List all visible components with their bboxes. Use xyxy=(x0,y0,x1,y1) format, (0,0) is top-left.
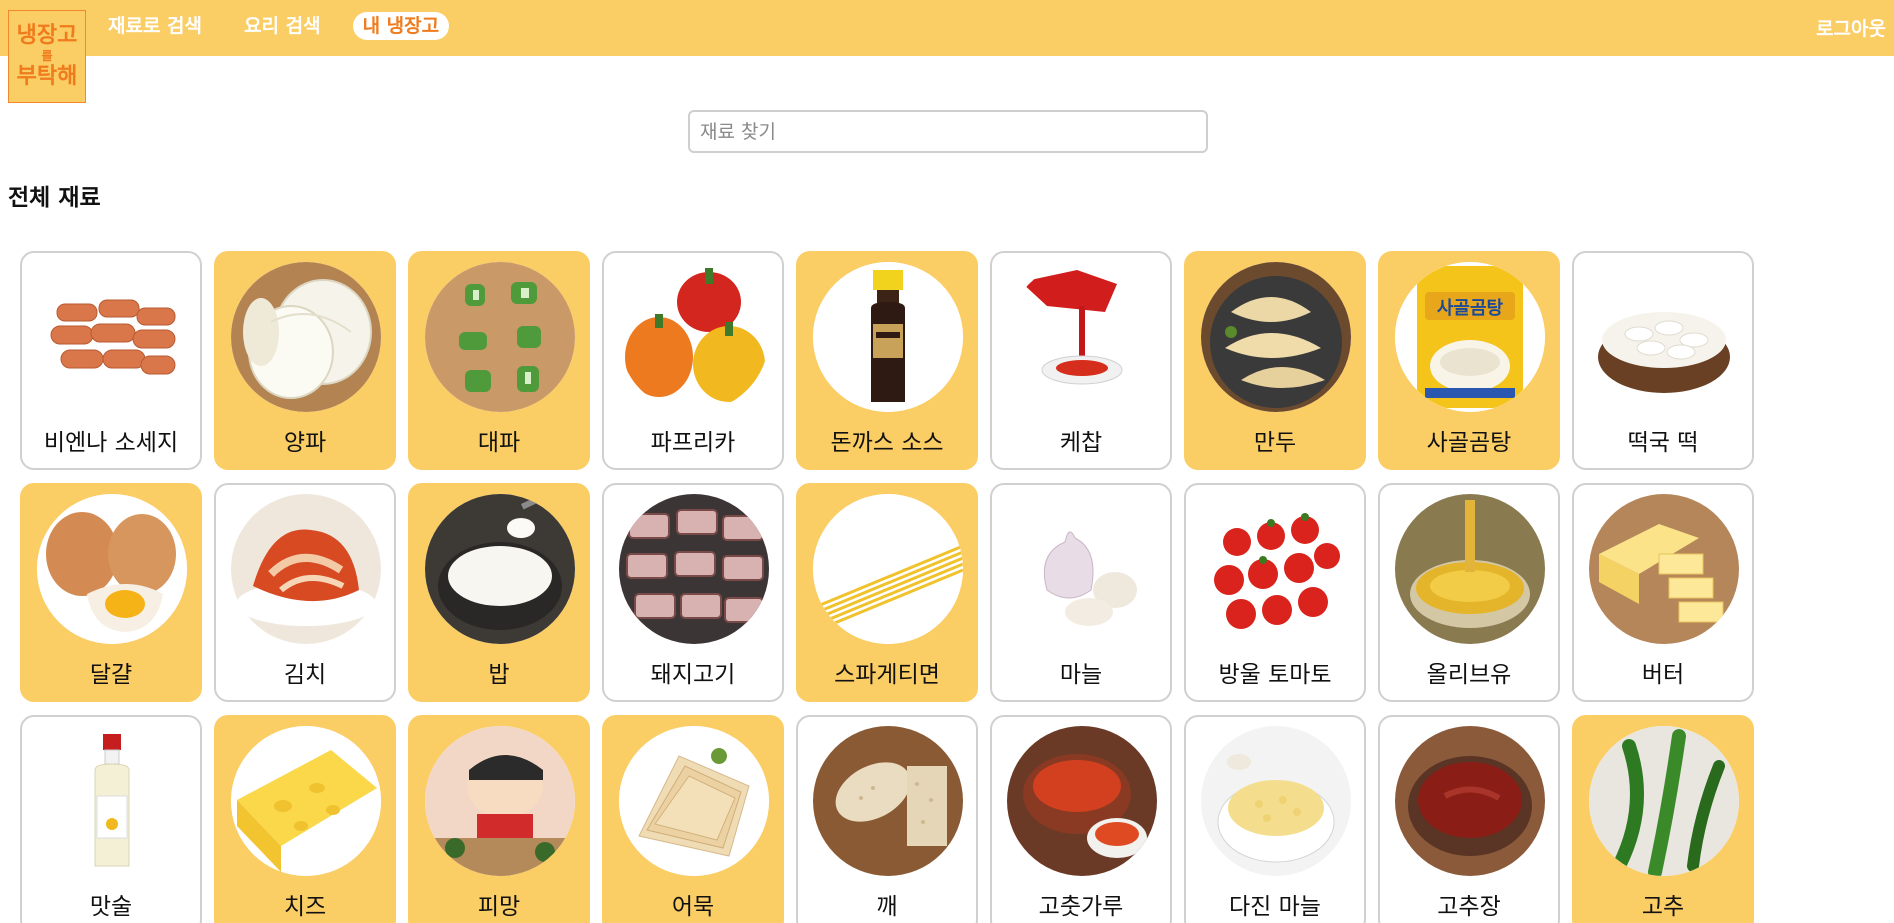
paprika-icon xyxy=(619,262,769,412)
ingredient-name: 밥 xyxy=(488,662,510,688)
ingredient-card[interactable]: 사골곰탕 사골곰탕 xyxy=(1378,251,1560,470)
sesame-icon xyxy=(813,726,963,876)
cartoon-icon xyxy=(425,726,575,876)
ingredient-name: 피망 xyxy=(477,894,521,920)
rice-icon xyxy=(425,494,575,644)
ingredient-name: 사골곰탕 xyxy=(1426,430,1512,456)
ingredient-name: 돼지고기 xyxy=(650,662,736,688)
ingredient-card[interactable]: 돼지고기 xyxy=(602,483,784,702)
ingredient-card[interactable]: 치즈 xyxy=(214,715,396,923)
ingredient-name: 치즈 xyxy=(283,894,327,920)
cheese-icon xyxy=(231,726,381,876)
ingredient-name: 돈까스 소스 xyxy=(830,430,944,456)
nav-search-by-ingredient[interactable]: 재료로 검색 xyxy=(108,12,212,40)
logout-button[interactable]: 로그아웃 xyxy=(1816,14,1886,41)
section-title: 전체 재료 xyxy=(8,185,101,211)
garlic-icon xyxy=(1007,494,1157,644)
ingredient-search-input[interactable] xyxy=(688,110,1208,153)
ingredient-name: 고추장 xyxy=(1437,894,1501,920)
ingredient-name: 올리브유 xyxy=(1426,662,1512,688)
ingredient-card[interactable]: 김치 xyxy=(214,483,396,702)
dumpling-icon xyxy=(1201,262,1351,412)
olive-oil-icon xyxy=(1395,494,1545,644)
ketchup-icon xyxy=(1007,262,1157,412)
search-bar xyxy=(688,110,1208,153)
chili-pepper-icon xyxy=(1589,726,1739,876)
butter-icon xyxy=(1589,494,1739,644)
ingredient-card[interactable]: 돈까스 소스 xyxy=(796,251,978,470)
sauce-bottle-icon xyxy=(813,262,963,412)
rice-cake-icon xyxy=(1589,262,1739,412)
ingredient-name: 김치 xyxy=(283,662,327,688)
svg-text:사골곰탕: 사골곰탕 xyxy=(1437,298,1504,319)
ingredient-card[interactable]: 달걀 xyxy=(20,483,202,702)
nav-my-fridge[interactable]: 내 냉장고 xyxy=(352,12,450,40)
ingredient-name: 달걀 xyxy=(89,662,133,688)
sausage-icon xyxy=(37,262,187,412)
ingredient-name: 대파 xyxy=(477,430,521,456)
ingredient-name: 비엔나 소세지 xyxy=(43,430,179,456)
ingredient-name: 고춧가루 xyxy=(1038,894,1124,920)
ingredient-card[interactable]: 떡국 떡 xyxy=(1572,251,1754,470)
ingredient-card[interactable]: 방울 토마토 xyxy=(1184,483,1366,702)
ingredient-card[interactable]: 다진 마늘 xyxy=(1184,715,1366,923)
ingredient-name: 떡국 떡 xyxy=(1627,430,1699,456)
ingredient-name: 깨 xyxy=(876,894,898,920)
ingredient-card[interactable]: 맛술 xyxy=(20,715,202,923)
ingredient-card[interactable]: 올리브유 xyxy=(1378,483,1560,702)
ingredient-name: 양파 xyxy=(283,430,327,456)
green-onion-icon xyxy=(425,262,575,412)
ingredient-name: 다진 마늘 xyxy=(1229,894,1321,920)
ingredient-name: 마늘 xyxy=(1059,662,1103,688)
ingredient-name: 버터 xyxy=(1641,662,1685,688)
nav-search-recipe[interactable]: 요리 검색 xyxy=(234,12,331,40)
ingredient-card[interactable]: 어묵 xyxy=(602,715,784,923)
ingredient-card[interactable]: 깨 xyxy=(796,715,978,923)
egg-icon xyxy=(37,494,187,644)
ingredient-name: 파프리카 xyxy=(650,430,736,456)
kimchi-icon xyxy=(231,494,381,644)
minced-garlic-icon xyxy=(1201,726,1351,876)
logo-line-2: 를 xyxy=(41,48,53,63)
spaghetti-icon xyxy=(813,494,963,644)
ingredient-name: 어묵 xyxy=(671,894,715,920)
main-nav: 재료로 검색 요리 검색 내 냉장고 xyxy=(108,12,450,40)
ingredient-name: 맛술 xyxy=(89,894,133,920)
top-navbar: 재료로 검색 요리 검색 내 냉장고 로그아웃 xyxy=(0,0,1894,56)
ingredient-card[interactable]: 케찹 xyxy=(990,251,1172,470)
logo-line-3: 부탁해 xyxy=(16,64,78,90)
logo[interactable]: 냉장고 를 부탁해 xyxy=(8,10,86,103)
ingredient-name: 방울 토마토 xyxy=(1218,662,1332,688)
ingredient-name: 스파게티면 xyxy=(834,662,940,688)
onion-icon xyxy=(231,262,381,412)
ingredient-card[interactable]: 양파 xyxy=(214,251,396,470)
ingredient-card[interactable]: 마늘 xyxy=(990,483,1172,702)
ingredient-name: 고추 xyxy=(1641,894,1685,920)
logo-line-1: 냉장고 xyxy=(16,22,78,48)
cooking-wine-icon xyxy=(37,726,187,876)
ingredient-card[interactable]: 고춧가루 xyxy=(990,715,1172,923)
ingredient-card[interactable]: 파프리카 xyxy=(602,251,784,470)
ingredient-card[interactable]: 대파 xyxy=(408,251,590,470)
ingredient-grid: 비엔나 소세지 양파 대파 파프리카 돈까스 소스 케찹 만두 사골곰탕 사골곰… xyxy=(20,251,1754,923)
ingredient-card[interactable]: 고추 xyxy=(1572,715,1754,923)
ingredient-card[interactable]: 만두 xyxy=(1184,251,1366,470)
ingredient-name: 케찹 xyxy=(1059,430,1103,456)
ingredient-card[interactable]: 비엔나 소세지 xyxy=(20,251,202,470)
ingredient-card[interactable]: 밥 xyxy=(408,483,590,702)
chili-powder-icon xyxy=(1007,726,1157,876)
pork-icon xyxy=(619,494,769,644)
ingredient-card[interactable]: 버터 xyxy=(1572,483,1754,702)
ingredient-card[interactable]: 피망 xyxy=(408,715,590,923)
ingredient-card[interactable]: 스파게티면 xyxy=(796,483,978,702)
ingredient-card[interactable]: 고추장 xyxy=(1378,715,1560,923)
bone-soup-pack-icon: 사골곰탕 xyxy=(1395,262,1545,412)
gochujang-icon xyxy=(1395,726,1545,876)
ingredient-name: 만두 xyxy=(1253,430,1297,456)
cherry-tomato-icon xyxy=(1201,494,1351,644)
fish-cake-icon xyxy=(619,726,769,876)
